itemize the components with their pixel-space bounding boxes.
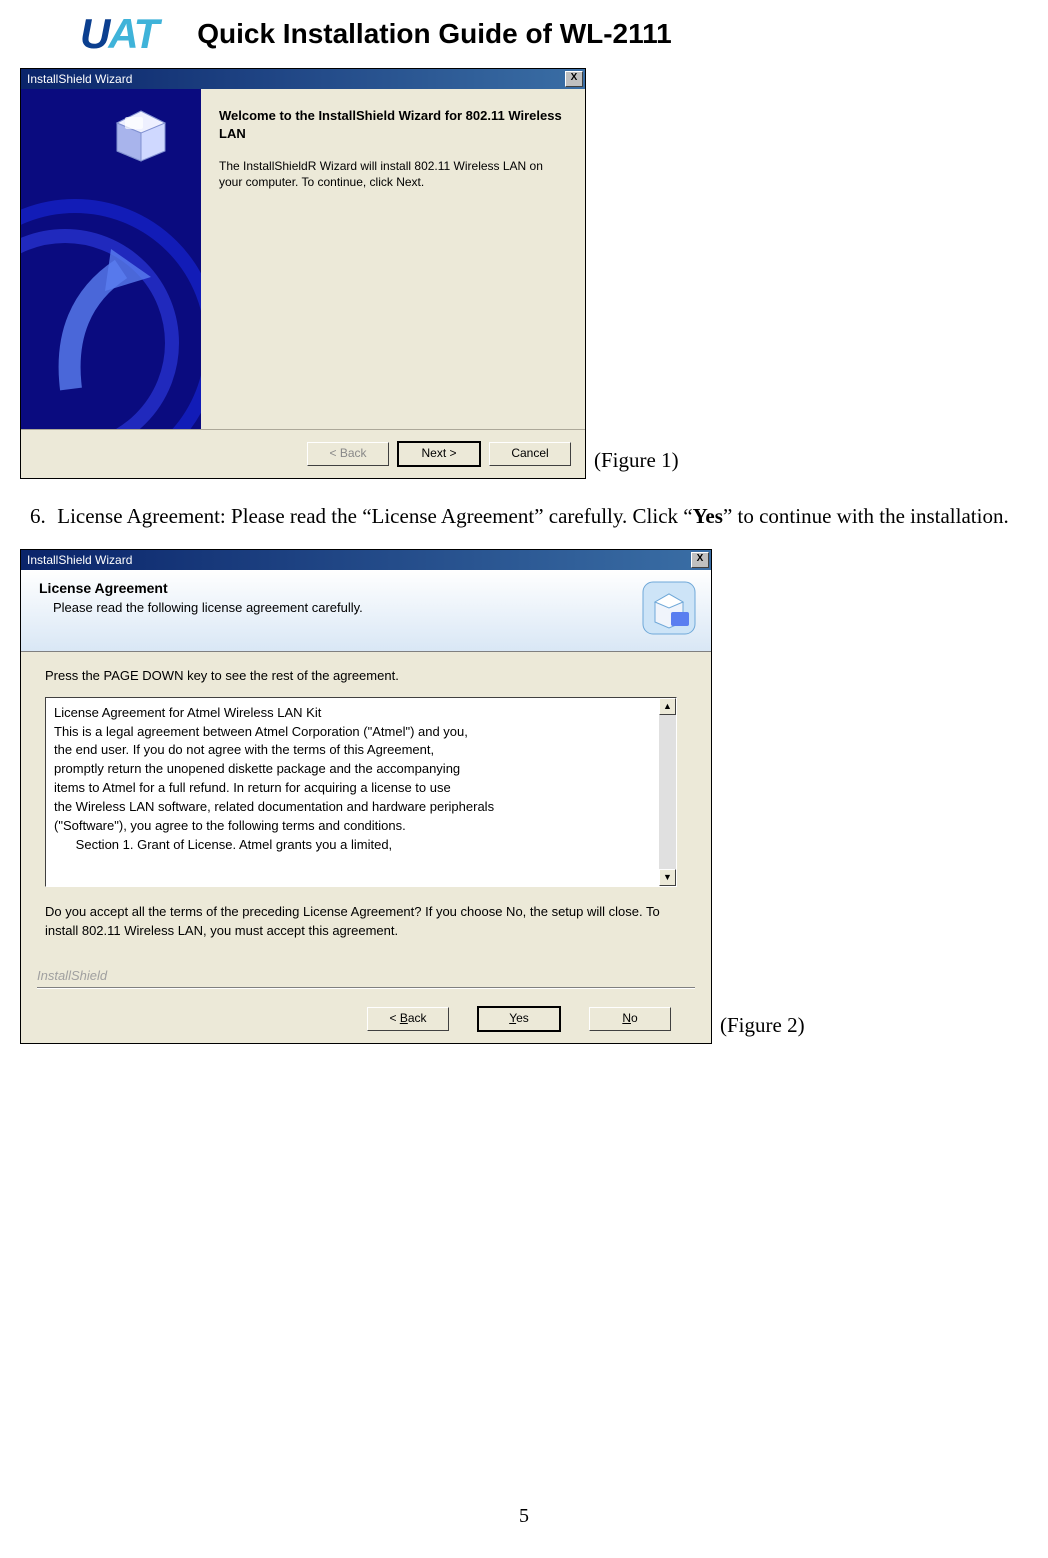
document-page: UAT Quick Installation Guide of WL-2111 … [0,0,1048,1558]
pagedown-instruction: Press the PAGE DOWN key to see the rest … [45,668,687,683]
dialog1-body: Welcome to the InstallShield Wizard for … [21,89,585,429]
close-button[interactable]: X [691,552,709,568]
step-text-pre: License Agreement: Please read the “Lice… [57,504,692,528]
dialog1-content: Welcome to the InstallShield Wizard for … [201,89,585,429]
scroll-track[interactable] [659,715,676,869]
installshield-license-dialog: InstallShield Wizard X License Agreement… [20,549,712,1045]
no-label-u: N [622,1011,631,1025]
computer-box-icon [111,109,171,163]
dialog1-footer: < Back Next > Cancel [21,429,585,478]
scroll-down-button[interactable]: ▼ [659,869,676,886]
document-title: Quick Installation Guide of WL-2111 [197,18,672,50]
license-line: This is a legal agreement between Atmel … [54,723,654,742]
dialog1-titlebar[interactable]: InstallShield Wizard X [21,69,585,89]
step-number: 6. [30,499,52,535]
license-header-title: License Agreement [39,580,693,596]
instruction-step-6: 6. License Agreement: Please read the “L… [30,499,1028,535]
license-line: items to Atmel for a full refund. In ret… [54,779,654,798]
back-button: < Back [307,442,389,466]
license-line: the Wireless LAN software, related docum… [54,798,654,817]
dialog2-titlebar[interactable]: InstallShield Wizard X [21,550,711,570]
vertical-scrollbar[interactable]: ▲ ▼ [659,698,676,886]
back-label-pre: < [389,1011,399,1025]
installshield-watermark: InstallShield [37,968,687,983]
dialog1-title-text: InstallShield Wizard [23,72,132,86]
figure-1-row: InstallShield Wizard X [20,68,1028,479]
uat-logo: UAT [80,10,157,58]
step-text-bold: Yes [693,504,723,528]
license-line: License Agreement for Atmel Wireless LAN… [54,704,654,723]
accept-question-text: Do you accept all the terms of the prece… [45,903,687,941]
scroll-up-button[interactable]: ▲ [659,698,676,715]
arrow-curve-icon [51,239,181,409]
installshield-welcome-dialog: InstallShield Wizard X [20,68,586,479]
yes-button[interactable]: Yes [477,1006,561,1032]
step-text-post: ” to continue with the installation. [723,504,1009,528]
welcome-heading: Welcome to the InstallShield Wizard for … [219,107,569,142]
cancel-button[interactable]: Cancel [489,442,571,466]
figure2-caption: (Figure 2) [720,1013,805,1038]
license-line: promptly return the unopened diskette pa… [54,760,654,779]
dialog2-title-text: InstallShield Wizard [23,553,132,567]
page-header: UAT Quick Installation Guide of WL-2111 [20,0,1028,58]
figure-2-row: InstallShield Wizard X License Agreement… [20,549,1028,1045]
back-label-post: ack [408,1011,427,1025]
dialog1-sidebar-art [21,89,201,429]
license-line: Section 1. Grant of License. Atmel grant… [54,836,654,855]
separator-line [37,987,695,989]
no-label-post: o [631,1011,638,1025]
license-line: ("Software"), you agree to the following… [54,817,654,836]
dialog2-body: Press the PAGE DOWN key to see the rest … [21,652,711,996]
yes-label-post: es [516,1011,529,1025]
logo-letter-a: A [108,10,133,57]
logo-letter-t: T [134,10,158,57]
no-button[interactable]: No [589,1007,671,1031]
close-button[interactable]: X [565,71,583,87]
welcome-body-text: The InstallShieldR Wizard will install 8… [219,158,569,190]
license-text-box[interactable]: License Agreement for Atmel Wireless LAN… [45,697,677,887]
license-header-subtitle: Please read the following license agreem… [53,600,693,615]
license-line: the end user. If you do not agree with t… [54,741,654,760]
next-button[interactable]: Next > [397,441,481,467]
dialog2-header-panel: License Agreement Please read the follow… [21,570,711,652]
back-button[interactable]: < Back [367,1007,449,1031]
page-number: 5 [0,1505,1048,1528]
logo-letter-u: U [80,10,108,57]
dialog2-footer: < Back Yes No [21,995,711,1043]
back-label-u: B [400,1011,408,1025]
installer-box-icon [641,580,697,636]
figure1-caption: (Figure 1) [594,448,679,473]
